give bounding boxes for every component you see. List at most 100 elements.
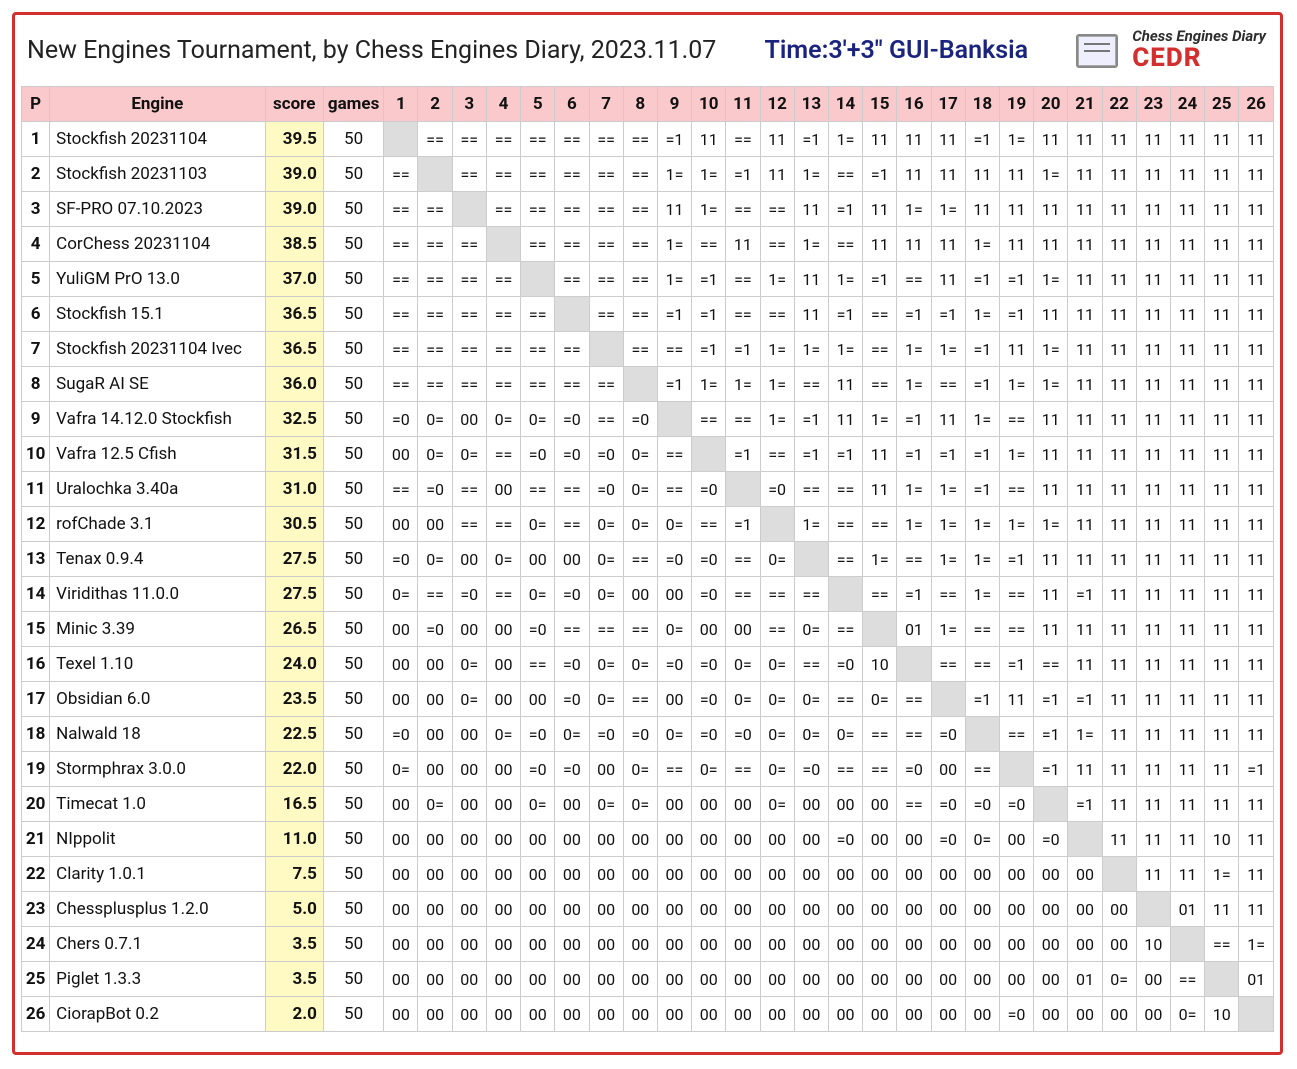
cell-rank: 19 bbox=[22, 752, 50, 787]
cell-result: == bbox=[828, 752, 862, 787]
cell-result: 00 bbox=[863, 857, 897, 892]
cell-result: 11 bbox=[1136, 332, 1170, 367]
cell-rank: 7 bbox=[22, 332, 50, 367]
cell-result: 00 bbox=[589, 892, 623, 927]
cell-result: 00 bbox=[657, 962, 691, 997]
cell-result: 1= bbox=[999, 367, 1033, 402]
cell-rank: 11 bbox=[22, 472, 50, 507]
col-round-1: 1 bbox=[384, 87, 418, 122]
crosstable-head: PEnginescoregames12345678910111213141516… bbox=[22, 87, 1274, 122]
cell-result: 00 bbox=[486, 647, 520, 682]
cell-result: 0= bbox=[760, 542, 794, 577]
cell-result: 0= bbox=[965, 822, 999, 857]
cell-engine: rofChade 3.1 bbox=[50, 507, 265, 542]
cell-result: 0= bbox=[726, 682, 760, 717]
cell-result: == bbox=[521, 157, 555, 192]
cell-result: 11 bbox=[1170, 507, 1204, 542]
cell-result: == bbox=[794, 472, 828, 507]
cell-result: 00 bbox=[726, 892, 760, 927]
cell-result: =1 bbox=[931, 297, 965, 332]
cell-result: =1 bbox=[965, 682, 999, 717]
cell-games: 50 bbox=[323, 927, 383, 962]
cell-result: 00 bbox=[828, 892, 862, 927]
cell-result: 00 bbox=[657, 577, 691, 612]
cell-result bbox=[999, 752, 1033, 787]
cell-result: 00 bbox=[657, 857, 691, 892]
cell-result: == bbox=[828, 507, 862, 542]
cell-result: 01 bbox=[1068, 962, 1102, 997]
cell-result: 00 bbox=[931, 857, 965, 892]
cell-result: 11 bbox=[1068, 437, 1102, 472]
cell-result: == bbox=[623, 332, 657, 367]
cell-result: 00 bbox=[760, 822, 794, 857]
cell-result: 0= bbox=[589, 542, 623, 577]
cell-engine: YuliGM PrO 13.0 bbox=[50, 262, 265, 297]
cell-result: 0= bbox=[418, 437, 452, 472]
cell-result: == bbox=[623, 262, 657, 297]
cell-result: == bbox=[486, 157, 520, 192]
cell-engine: Viridithas 11.0.0 bbox=[50, 577, 265, 612]
page-title: New Engines Tournament, by Chess Engines… bbox=[27, 36, 716, 65]
cell-rank: 25 bbox=[22, 962, 50, 997]
col-p: P bbox=[22, 87, 50, 122]
cell-result: 00 bbox=[486, 822, 520, 857]
col-round-11: 11 bbox=[726, 87, 760, 122]
cell-result: 00 bbox=[521, 857, 555, 892]
cell-result: 0= bbox=[589, 507, 623, 542]
cell-result: 1= bbox=[657, 227, 691, 262]
cell-score: 38.5 bbox=[265, 227, 323, 262]
cell-games: 50 bbox=[323, 822, 383, 857]
cell-result: 11 bbox=[1239, 717, 1274, 752]
cell-result: =1 bbox=[965, 262, 999, 297]
cell-result: =1 bbox=[1068, 682, 1102, 717]
cell-result: 00 bbox=[486, 612, 520, 647]
cell-result: 11 bbox=[692, 122, 726, 157]
cell-result: 11 bbox=[1170, 717, 1204, 752]
cell-result: 11 bbox=[1136, 262, 1170, 297]
cell-result: 00 bbox=[521, 542, 555, 577]
cell-score: 39.5 bbox=[265, 122, 323, 157]
cell-result: 00 bbox=[555, 892, 589, 927]
cell-engine: Piglet 1.3.3 bbox=[50, 962, 265, 997]
cell-score: 37.0 bbox=[265, 262, 323, 297]
cell-result: == bbox=[1205, 927, 1239, 962]
col-round-18: 18 bbox=[965, 87, 999, 122]
cell-result: 00 bbox=[760, 997, 794, 1032]
cell-result: == bbox=[555, 157, 589, 192]
cell-result: 1= bbox=[726, 367, 760, 402]
cell-games: 50 bbox=[323, 857, 383, 892]
cell-result: 11 bbox=[1136, 542, 1170, 577]
cell-result: == bbox=[726, 192, 760, 227]
cell-result: 11 bbox=[1170, 472, 1204, 507]
cell-games: 50 bbox=[323, 682, 383, 717]
cell-result: 11 bbox=[1205, 332, 1239, 367]
cell-result: == bbox=[589, 157, 623, 192]
cell-result: 11 bbox=[1170, 402, 1204, 437]
cell-result: 00 bbox=[555, 822, 589, 857]
cell-result: == bbox=[863, 332, 897, 367]
cell-result bbox=[486, 227, 520, 262]
cell-result: 11 bbox=[1205, 892, 1239, 927]
cell-result: == bbox=[521, 297, 555, 332]
table-row: 1Stockfish 2023110439.550===============… bbox=[22, 122, 1274, 157]
cell-games: 50 bbox=[323, 157, 383, 192]
cell-result: 11 bbox=[863, 122, 897, 157]
cell-result: 11 bbox=[1068, 262, 1102, 297]
cell-result: == bbox=[692, 402, 726, 437]
cell-result: =1 bbox=[692, 332, 726, 367]
cell-score: 22.5 bbox=[265, 717, 323, 752]
col-round-15: 15 bbox=[863, 87, 897, 122]
table-row: 25Piglet 1.3.33.550000000000000000000000… bbox=[22, 962, 1274, 997]
cell-result: == bbox=[692, 507, 726, 542]
cell-result: == bbox=[521, 192, 555, 227]
cell-result: 11 bbox=[1136, 612, 1170, 647]
col-round-3: 3 bbox=[452, 87, 486, 122]
cell-result: =0 bbox=[692, 577, 726, 612]
cell-result bbox=[692, 437, 726, 472]
col-round-10: 10 bbox=[692, 87, 726, 122]
cell-result: =0 bbox=[897, 752, 931, 787]
cell-result bbox=[1170, 927, 1204, 962]
cell-result: 00 bbox=[1136, 997, 1170, 1032]
cell-result: 11 bbox=[1239, 297, 1274, 332]
cell-result: 00 bbox=[418, 682, 452, 717]
